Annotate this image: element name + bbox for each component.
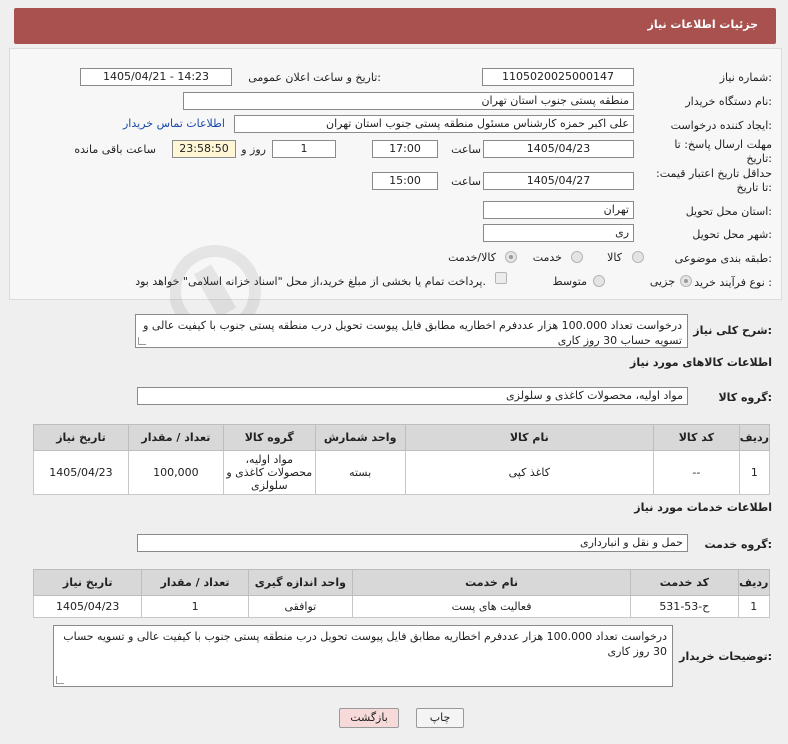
price-time-label: ساعت: [451, 175, 481, 188]
treasury-payment-note: پرداخت تمام یا بخشی از مبلغ خرید،از محل …: [135, 275, 486, 288]
treasury-payment-checkbox[interactable]: [495, 272, 507, 284]
goods-col-group: گروه کالا: [222, 424, 316, 451]
page-title-bar: جزئیات اطلاعات نیاز: [14, 8, 776, 44]
goods-cell-qty: 100,000: [127, 450, 224, 495]
announce-datetime-field: 1405/04/21 - 14:23: [80, 68, 232, 86]
services-col-date: تاریخ نیاز: [32, 569, 143, 596]
province-label: استان محل تحویل:: [685, 205, 772, 218]
send-date-field: 1405/04/23: [483, 140, 634, 158]
category-service-label: خدمت: [532, 251, 562, 264]
goods-table-header: ردیف کد کالا نام کالا واحد شمارش گروه کا…: [33, 424, 771, 451]
services-col-unit: واحد اندازه گیری: [247, 569, 353, 596]
city-field: ری: [483, 224, 634, 242]
goods-col-code: کد کالا: [652, 424, 740, 451]
description-label: شرح کلی نیاز:: [693, 324, 772, 337]
category-goods-radio[interactable]: [632, 251, 644, 263]
services-table: ردیف کد خدمت نام خدمت واحد اندازه گیری ت…: [32, 569, 771, 618]
buyer-notes-label: توضیحات خریدار:: [679, 650, 772, 663]
services-col-qty: تعداد / مقدار: [141, 569, 249, 596]
goods-cell-row: 1: [738, 450, 771, 495]
price-time-field: 15:00: [372, 172, 438, 190]
province-field: تهران: [483, 201, 634, 219]
services-cell-unit: توافقی: [247, 595, 353, 618]
resize-grip-icon[interactable]: [138, 337, 146, 345]
remaining-label: ساعت باقی مانده: [74, 143, 156, 156]
goods-cell-group: مواد اولیه، محصولات کاغذی و سلولزی: [222, 450, 316, 495]
creator-field: علی اکبر حمزه کارشناس مسئول منطقه پستی ج…: [234, 115, 634, 133]
process-minor-label: جزیی: [649, 275, 675, 288]
send-deadline-label: مهلت ارسال پاسخ: تا تاریخ:: [674, 138, 772, 165]
need-number-field: 1105020025000147: [482, 68, 634, 86]
goods-col-name: نام کالا: [404, 424, 654, 451]
category-goods-service-label: کالا/خدمت: [448, 251, 496, 264]
category-label: طبقه بندی موضوعی:: [674, 252, 772, 265]
services-cell-qty: 1: [141, 595, 249, 618]
category-service-radio[interactable]: [571, 251, 583, 263]
print-button[interactable]: چاپ: [416, 708, 464, 728]
price-deadline-label: حداقل تاریخ اعتبار قیمت: تا تاریخ:: [656, 167, 772, 194]
goods-cell-code: --: [652, 450, 740, 495]
services-cell-name: فعالیت های پست: [351, 595, 632, 618]
table-row: 1 ح-53-531 فعالیت های پست توافقی 1 1405/…: [32, 595, 771, 618]
price-date-field: 1405/04/27: [483, 172, 634, 190]
goods-col-date: تاریخ نیاز: [33, 424, 129, 451]
goods-cell-name: کاغذ کپی: [404, 450, 654, 495]
buyer-org-field: منطقه پستی جنوب استان تهران: [183, 92, 634, 110]
process-minor-radio[interactable]: [680, 275, 692, 287]
city-label: شهر محل تحویل:: [692, 228, 772, 241]
back-button[interactable]: بازگشت: [339, 708, 399, 728]
goods-col-qty: تعداد / مقدار: [127, 424, 224, 451]
days-label: روز و: [241, 143, 266, 156]
announce-label: تاریخ و ساعت اعلان عمومی:: [248, 71, 381, 84]
services-col-row: ردیف: [737, 569, 771, 596]
services-group-label: گروه خدمت:: [704, 538, 772, 551]
buyer-notes-text: درخواست تعداد 100.000 هزار عددفرم اخطاری…: [63, 630, 667, 658]
services-cell-row: 1: [737, 595, 771, 618]
process-medium-label: متوسط: [552, 275, 587, 288]
buyer-org-label: نام دستگاه خریدار:: [685, 95, 772, 108]
goods-col-row: ردیف: [738, 424, 771, 451]
goods-table: ردیف کد کالا نام کالا واحد شمارش گروه کا…: [33, 424, 771, 495]
process-type-label: نوع فرآیند خرید :: [694, 276, 772, 289]
services-col-name: نام خدمت: [351, 569, 632, 596]
services-table-header: ردیف کد خدمت نام خدمت واحد اندازه گیری ت…: [32, 569, 771, 596]
goods-group-label: گروه کالا:: [718, 391, 772, 404]
page-title: جزئیات اطلاعات نیاز: [647, 18, 759, 31]
goods-cell-date: 1405/04/23: [33, 450, 129, 495]
category-goods-label: کالا: [607, 251, 622, 264]
services-col-code: کد خدمت: [630, 569, 739, 596]
buyer-notes-textarea[interactable]: درخواست تعداد 100.000 هزار عددفرم اخطاری…: [53, 625, 673, 687]
send-time-field: 17:00: [372, 140, 438, 158]
resize-grip-icon[interactable]: [56, 676, 64, 684]
goods-cell-unit: بسته: [314, 450, 406, 495]
goods-col-unit: واحد شمارش: [314, 424, 406, 451]
description-text: درخواست تعداد 100.000 هزار عددفرم اخطاری…: [143, 319, 682, 347]
remaining-time-field: 23:58:50: [172, 140, 236, 158]
category-goods-service-radio[interactable]: [505, 251, 517, 263]
services-section-title: اطلاعات خدمات مورد نیاز: [634, 501, 772, 514]
services-cell-date: 1405/04/23: [32, 595, 143, 618]
buyer-contact-link[interactable]: اطلاعات تماس خریدار: [123, 117, 225, 130]
goods-section-title: اطلاعات کالاهای مورد نیاز: [630, 356, 772, 369]
services-group-field: حمل و نقل و انبارداری: [137, 534, 688, 552]
description-textarea[interactable]: درخواست تعداد 100.000 هزار عددفرم اخطاری…: [135, 314, 688, 348]
creator-label: ایجاد کننده درخواست:: [670, 119, 772, 132]
days-remaining-field: 1: [272, 140, 336, 158]
services-cell-code: ح-53-531: [630, 595, 739, 618]
table-row: 1 -- کاغذ کپی بسته مواد اولیه، محصولات ک…: [33, 450, 771, 495]
send-time-label: ساعت: [451, 143, 481, 156]
need-number-label: شماره نیاز:: [719, 71, 772, 84]
goods-group-field: مواد اولیه، محصولات کاغذی و سلولزی: [137, 387, 688, 405]
process-medium-radio[interactable]: [593, 275, 605, 287]
